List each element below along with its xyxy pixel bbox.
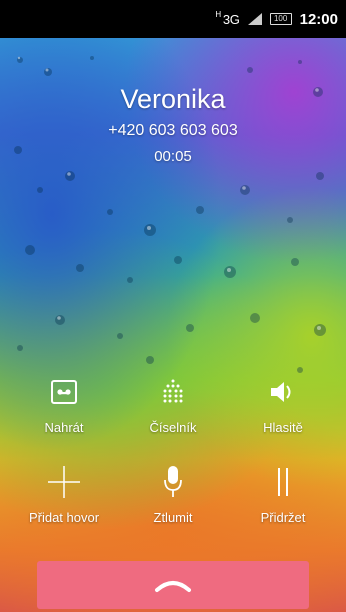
call-duration: 00:05 [154, 148, 192, 165]
dialpad-button[interactable]: Číselník [118, 370, 228, 435]
call-screen: H 3G 100 12:00 Veronika +420 603 603 603 … [0, 0, 346, 612]
add-call-button[interactable]: Přidat hovor [9, 460, 119, 525]
voicemail-icon [51, 380, 77, 404]
speaker-label: Hlasitě [263, 420, 303, 435]
dialpad-icon [163, 379, 183, 403]
record-label: Nahrát [44, 420, 84, 435]
caller-name: Veronika [120, 84, 226, 114]
speaker-icon [271, 382, 291, 402]
status-bar: H 3G 100 12:00 [0, 0, 346, 38]
hang-up-icon [155, 581, 191, 592]
speaker-button[interactable]: Hlasitě [228, 370, 338, 435]
mute-button[interactable]: Ztlumit [118, 460, 228, 525]
record-button[interactable]: Nahrát [9, 370, 119, 435]
mute-label: Ztlumit [153, 510, 193, 525]
network-indicator: H 3G [215, 9, 240, 27]
hold-button[interactable]: Přidržet [228, 460, 338, 525]
status-time: 12:00 [299, 10, 338, 28]
add-call-label: Přidat hovor [28, 510, 100, 525]
microphone-icon [164, 466, 182, 497]
battery-icon: 100 [269, 13, 292, 25]
dialpad-label: Číselník [149, 420, 197, 435]
pause-icon [278, 468, 288, 496]
hold-label: Přidržet [260, 510, 306, 525]
plus-icon [48, 466, 80, 498]
end-call-button[interactable] [37, 561, 309, 609]
signal-icon [247, 13, 262, 25]
caller-number: +420 603 603 603 [108, 122, 238, 139]
